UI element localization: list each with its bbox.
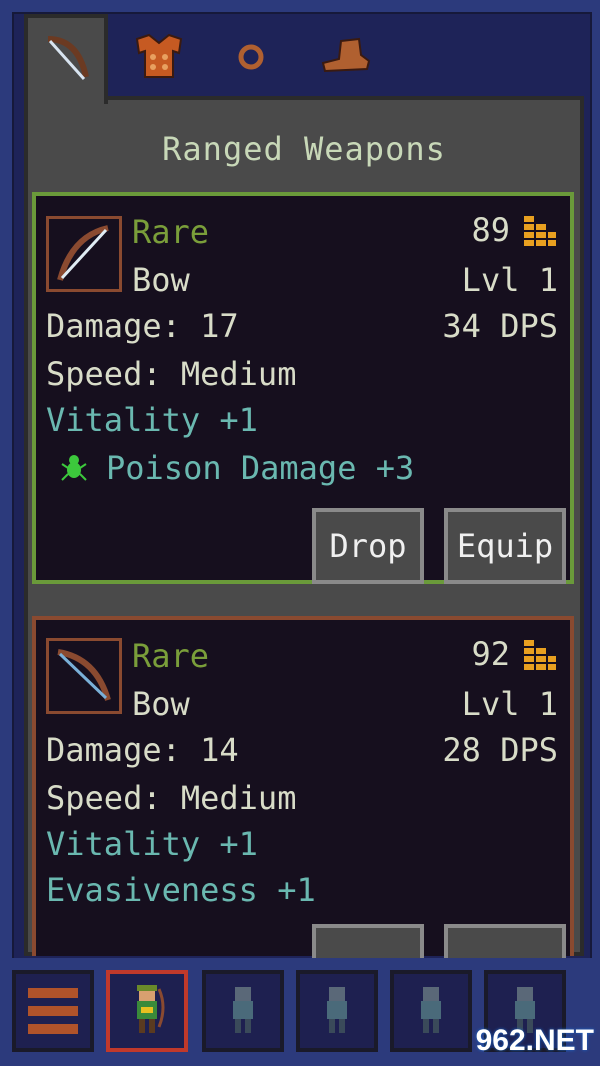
drop-button[interactable]: Drop <box>312 508 424 584</box>
item-speed: Speed: Medium <box>46 779 297 817</box>
gold-coins-icon <box>524 216 556 246</box>
item-level: Lvl 1 <box>461 261 558 299</box>
item-speed: Speed: Medium <box>46 355 297 393</box>
locked-hero-icon <box>421 987 441 1033</box>
equip-button[interactable]: Equip <box>444 508 566 584</box>
item-thumbnail <box>46 216 122 292</box>
item-dps: 28 DPS <box>442 731 558 769</box>
item-price: 89 <box>471 211 510 249</box>
boots-icon <box>321 37 371 73</box>
item-damage: Damage: 17 <box>46 307 239 345</box>
item-bonus-vitality: Vitality +1 <box>46 825 258 863</box>
bow-icon <box>57 649 111 701</box>
item-card[interactable]: Rare Bow 92 Lvl 1 Damage: 14 28 DPS Spee… <box>32 616 574 960</box>
item-price: 92 <box>471 635 510 673</box>
gold-coins-icon <box>524 640 556 670</box>
equip-button[interactable] <box>444 924 566 960</box>
archer-hero-icon <box>137 985 165 1033</box>
item-card[interactable]: Rare Bow 89 Lvl 1 Damage: 17 34 DPS Spee… <box>32 192 574 584</box>
item-damage: Damage: 14 <box>46 731 239 769</box>
items-panel: Ranged Weapons Rare Bow 89 Lvl 1 Damage:… <box>24 96 584 960</box>
menu-button[interactable] <box>12 970 94 1052</box>
locked-hero-icon <box>327 987 347 1033</box>
armor-icon <box>135 33 183 78</box>
item-bonus-evasiveness: Evasiveness +1 <box>46 871 316 909</box>
watermark: 962.NET <box>475 1024 594 1057</box>
item-thumbnail <box>46 638 122 714</box>
item-rarity: Rare <box>132 637 210 675</box>
hero-slot-2[interactable] <box>202 970 284 1052</box>
item-type: Bow <box>132 261 190 299</box>
ring-icon <box>238 44 264 70</box>
hero-slot-4[interactable] <box>390 970 472 1052</box>
party-bar: 962.NET <box>0 958 600 1066</box>
hamburger-menu-icon <box>28 988 78 1034</box>
tab-rings[interactable] <box>210 16 292 98</box>
item-type: Bow <box>132 685 190 723</box>
poison-icon <box>61 455 87 481</box>
tab-ranged-weapons[interactable] <box>24 14 108 104</box>
item-rarity: Rare <box>132 213 210 251</box>
item-level: Lvl 1 <box>461 685 558 723</box>
section-title: Ranged Weapons <box>162 130 446 168</box>
item-dps: 34 DPS <box>442 307 558 345</box>
tab-armor[interactable] <box>118 16 200 98</box>
hero-slot-3[interactable] <box>296 970 378 1052</box>
item-bonus-poison: Poison Damage +3 <box>106 449 415 487</box>
locked-hero-icon <box>233 987 253 1033</box>
bow-icon <box>57 225 109 281</box>
drop-button[interactable] <box>312 924 424 960</box>
bow-icon <box>47 36 89 81</box>
item-bonus-vitality: Vitality +1 <box>46 401 258 439</box>
tab-boots[interactable] <box>304 16 386 98</box>
hero-slot-1[interactable] <box>106 970 188 1052</box>
